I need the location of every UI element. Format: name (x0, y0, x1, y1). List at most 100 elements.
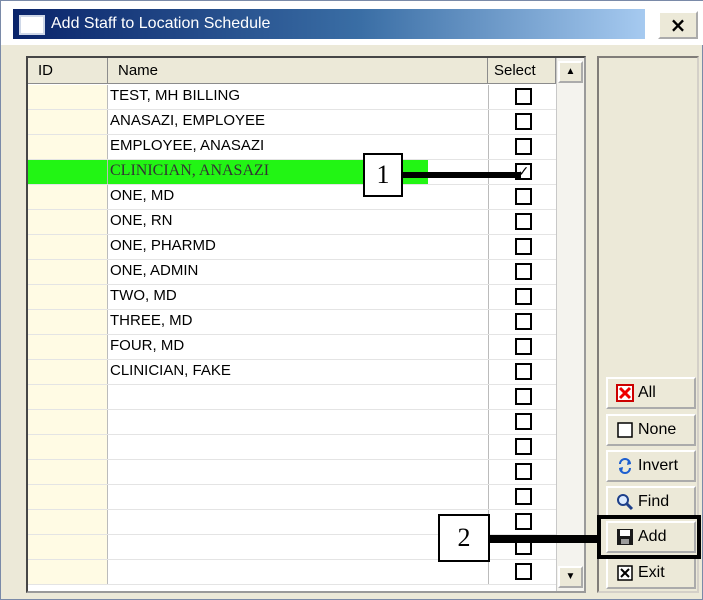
select-cell (488, 185, 556, 209)
invert-selection-label: Invert (638, 457, 679, 474)
select-checkbox[interactable] (515, 438, 532, 455)
invert-selection-button[interactable]: Invert (606, 450, 696, 482)
select-cell (488, 360, 556, 384)
select-cell (488, 310, 556, 334)
select-checkbox[interactable] (515, 238, 532, 255)
select-all-label: All (638, 384, 656, 401)
table-row[interactable]: EMPLOYEE, ANASAZI (28, 135, 556, 160)
name-cell: FOUR, MD (110, 337, 185, 354)
name-cell: TEST, MH BILLING (110, 87, 241, 104)
scroll-down-icon[interactable]: ▼ (558, 566, 583, 588)
select-checkbox[interactable] (515, 213, 532, 230)
select-all-button[interactable]: All (606, 377, 696, 409)
select-none-button[interactable]: None (606, 414, 696, 446)
select-checkbox[interactable] (515, 288, 532, 305)
select-checkbox[interactable] (515, 188, 532, 205)
table-row[interactable]: ONE, PHARMD (28, 235, 556, 260)
select-cell (488, 435, 556, 459)
id-cell (28, 235, 108, 259)
table-row[interactable]: THREE, MD (28, 310, 556, 335)
exit-button[interactable]: Exit (606, 557, 696, 589)
name-cell: ONE, ADMIN (110, 262, 199, 279)
table-row[interactable]: ANASAZI, EMPLOYEE (28, 110, 556, 135)
table-row[interactable] (28, 460, 556, 485)
table-row[interactable]: TEST, MH BILLING (28, 85, 556, 110)
id-cell (28, 460, 108, 484)
table-row[interactable] (28, 560, 556, 585)
id-cell (28, 410, 108, 434)
id-cell (28, 360, 108, 384)
close-button[interactable]: × (658, 11, 698, 39)
scroll-up-icon[interactable]: ▲ (558, 61, 583, 83)
table-row[interactable] (28, 435, 556, 460)
select-cell (488, 235, 556, 259)
title-bar: Add Staff to Location Schedule × (1, 1, 703, 45)
table-row[interactable]: TWO, MD (28, 285, 556, 310)
name-cell: THREE, MD (110, 312, 193, 329)
id-cell (28, 385, 108, 409)
select-cell (488, 110, 556, 134)
table-row[interactable]: ONE, ADMIN (28, 260, 556, 285)
select-cell (488, 485, 556, 509)
select-cell (488, 460, 556, 484)
table-row[interactable]: FOUR, MD (28, 335, 556, 360)
name-cell: ONE, RN (110, 212, 173, 229)
callout-arrow-1 (403, 172, 521, 178)
id-cell (28, 485, 108, 509)
select-cell (488, 510, 556, 534)
id-cell (28, 160, 108, 184)
select-checkbox[interactable] (515, 413, 532, 430)
name-cell: CLINICIAN, FAKE (110, 362, 231, 379)
red-x-icon (616, 384, 634, 402)
column-header-id[interactable]: ID (28, 58, 108, 84)
table-row[interactable] (28, 485, 556, 510)
select-checkbox[interactable] (515, 488, 532, 505)
select-checkbox[interactable] (515, 138, 532, 155)
select-checkbox[interactable] (515, 463, 532, 480)
select-cell (488, 210, 556, 234)
select-cell (488, 260, 556, 284)
name-cell: CLINICIAN, ANASAZI (110, 162, 270, 179)
select-checkbox[interactable] (515, 338, 532, 355)
select-checkbox[interactable] (515, 563, 532, 580)
select-cell (488, 385, 556, 409)
find-label: Find (638, 493, 670, 510)
exit-label: Exit (638, 564, 665, 581)
table-row[interactable]: ONE, MD (28, 185, 556, 210)
select-cell (488, 285, 556, 309)
id-cell (28, 285, 108, 309)
callout-1: 1 (363, 153, 403, 197)
select-checkbox[interactable] (515, 88, 532, 105)
id-cell (28, 85, 108, 109)
name-cell: ONE, PHARMD (110, 237, 216, 254)
staff-grid: ID Name Select TEST, MH BILLING ANASAZI, … (26, 56, 586, 593)
select-checkbox[interactable] (515, 513, 532, 530)
vertical-scrollbar[interactable]: ▲ ▼ (556, 58, 584, 591)
select-cell (488, 335, 556, 359)
table-row[interactable]: ONE, RN (28, 210, 556, 235)
select-checkbox[interactable] (515, 363, 532, 380)
table-row[interactable]: CLINICIAN, FAKE (28, 360, 556, 385)
id-cell (28, 210, 108, 234)
window-icon (19, 15, 45, 35)
select-checkbox[interactable] (515, 388, 532, 405)
table-row[interactable] (28, 385, 556, 410)
id-cell (28, 510, 108, 534)
name-cell: ANASAZI, EMPLOYEE (110, 112, 266, 129)
column-header-select[interactable]: Select (488, 58, 556, 84)
find-button[interactable]: Find (606, 486, 696, 518)
select-cell (488, 85, 556, 109)
select-checkbox[interactable] (515, 113, 532, 130)
id-cell (28, 110, 108, 134)
id-cell (28, 310, 108, 334)
add-button-callout-frame (597, 515, 701, 559)
select-cell (488, 410, 556, 434)
column-header-name[interactable]: Name (108, 58, 488, 84)
select-checkbox[interactable] (515, 263, 532, 280)
table-row[interactable] (28, 410, 556, 435)
select-checkbox[interactable] (515, 313, 532, 330)
id-cell (28, 260, 108, 284)
empty-checkbox-icon (616, 421, 634, 439)
id-cell (28, 560, 108, 584)
select-cell (488, 135, 556, 159)
